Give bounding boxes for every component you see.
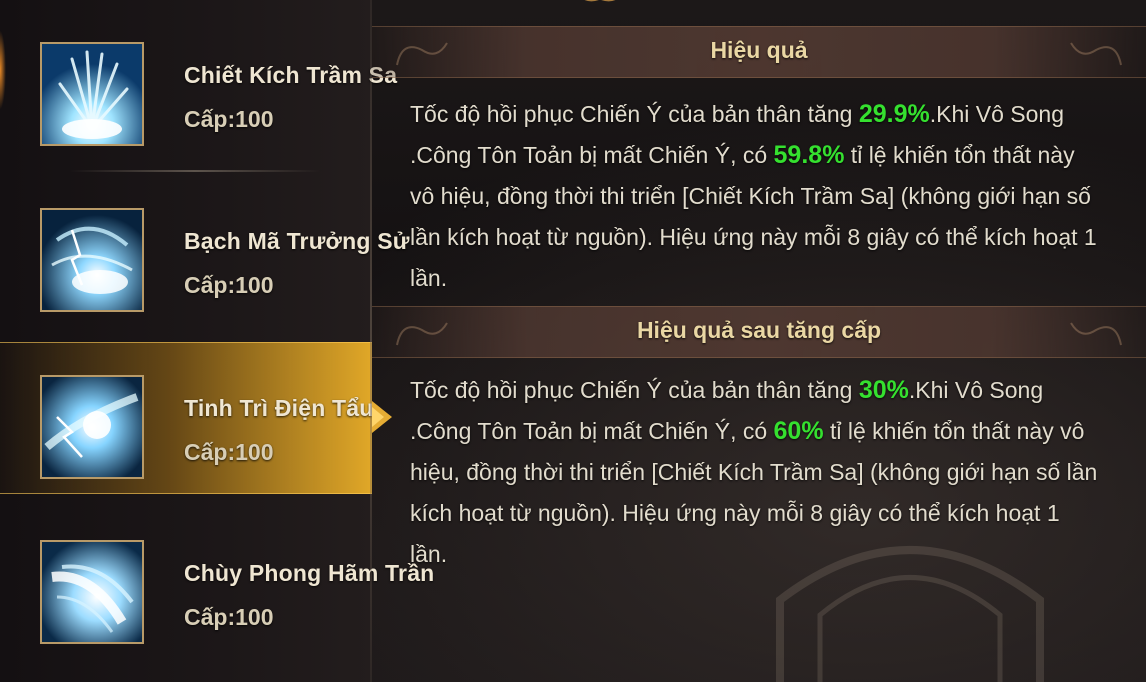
effect-description: Tốc độ hồi phục Chiến Ý của bản thân tăn… xyxy=(410,94,1100,299)
upgraded-effect-description: Tốc độ hồi phục Chiến Ý của bản thân tăn… xyxy=(410,370,1100,575)
upgraded-effect-text: Tốc độ hồi phục Chiến Ý của bản thân tăn… xyxy=(410,377,859,403)
skill-name: Tinh Trì Điện Tẩu xyxy=(184,395,374,421)
effect-highlight-value: 59.8% xyxy=(773,141,845,169)
skill-level: Cấp:100 xyxy=(184,106,274,132)
upgraded-effect-title: Hiệu quả sau tăng cấp xyxy=(636,317,882,343)
burst-skill-icon xyxy=(40,42,144,146)
effect-text: Tốc độ hồi phục Chiến Ý của bản thân tăn… xyxy=(410,101,859,127)
skill-item-chiet-kich-tram-sa[interactable]: Chiết Kích Trầm Sa Cấp:100 xyxy=(0,0,397,150)
skill-item-chuy-phong-ham-tran[interactable]: Chùy Phong Hãm Trần Cấp:100 xyxy=(0,498,434,648)
storm-skill-icon xyxy=(40,208,144,312)
skill-item-bach-ma-truong-su[interactable]: Bạch Mã Trưởng Sử Cấp:100 xyxy=(0,166,409,316)
effect-title: Hiệu quả xyxy=(710,37,808,63)
skill-level: Cấp:100 xyxy=(184,272,274,298)
skill-list-panel: Chiết Kích Trầm Sa Cấp:100 Bạch Mã Trưởn… xyxy=(0,0,434,682)
upgraded-effect-header: Hiệu quả sau tăng cấp xyxy=(372,306,1146,358)
lightning-skill-icon xyxy=(40,375,144,479)
ornament-icon xyxy=(584,0,616,2)
skill-name: Bạch Mã Trưởng Sử xyxy=(184,228,410,254)
effect-highlight-value: 29.9% xyxy=(858,100,930,128)
upgraded-effect-highlight-value: 60% xyxy=(773,417,824,445)
skill-name: Chiết Kích Trầm Sa xyxy=(184,62,398,88)
selected-indicator-arrow-inner xyxy=(372,407,384,427)
wind-skill-icon xyxy=(40,540,144,644)
effect-header: Hiệu quả xyxy=(372,26,1146,78)
skill-item-tinh-tri-dien-tau[interactable]: Tinh Trì Điện Tẩu Cấp:100 xyxy=(0,342,392,494)
skill-level: Cấp:100 xyxy=(184,604,274,630)
upgraded-effect-highlight-value: 30% xyxy=(858,376,909,404)
skill-name: Chùy Phong Hãm Trần xyxy=(184,560,435,586)
skill-level: Cấp:100 xyxy=(184,439,274,465)
